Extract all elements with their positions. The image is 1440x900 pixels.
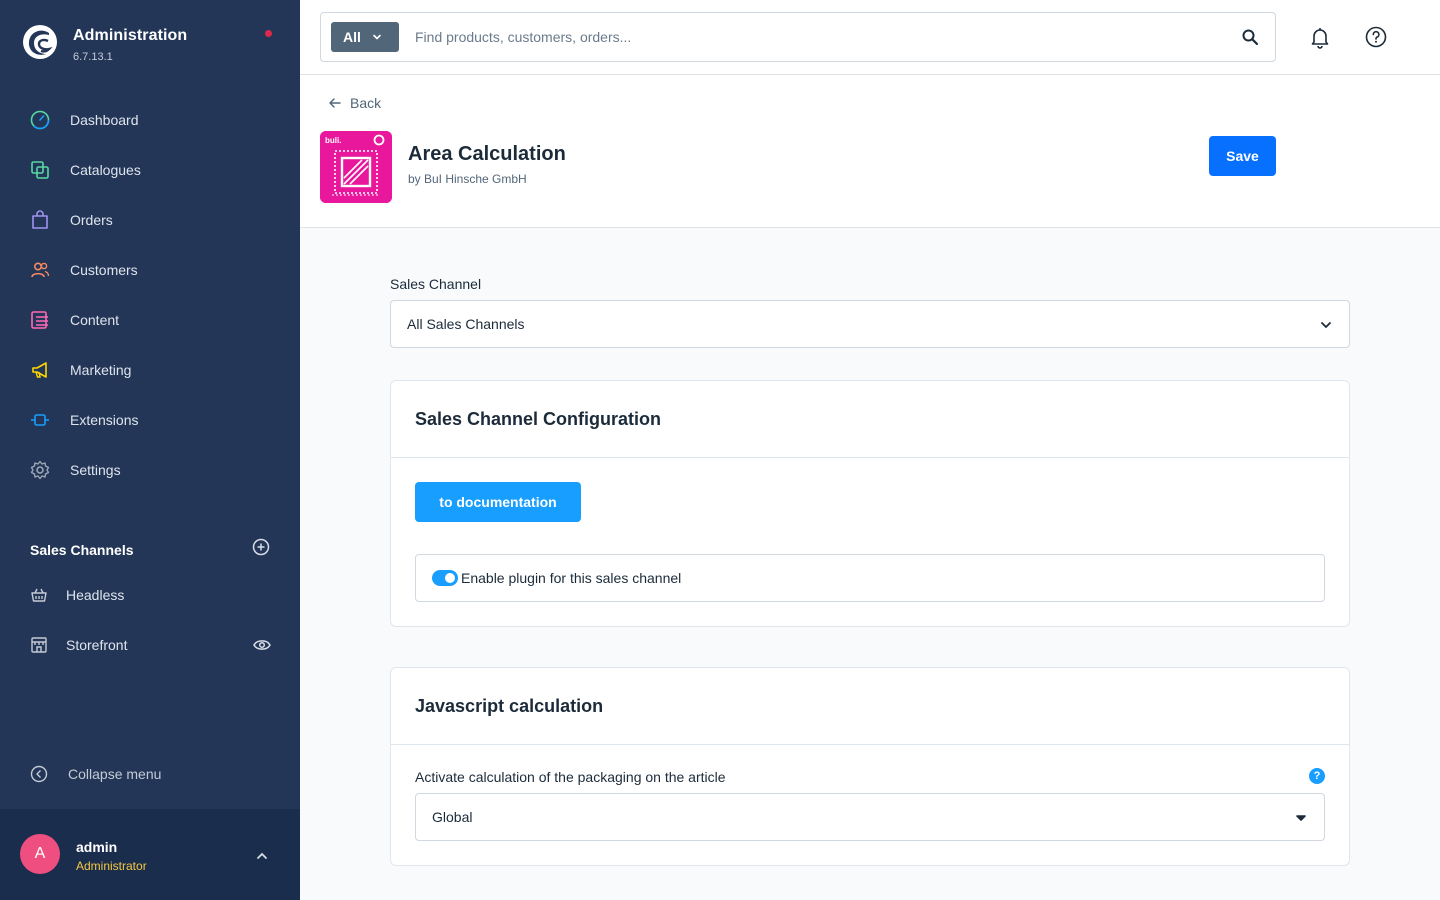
chevron-down-icon xyxy=(1321,322,1331,329)
orders-icon xyxy=(30,210,50,230)
collapse-menu-button[interactable]: Collapse menu xyxy=(30,765,161,783)
nav-label: Settings xyxy=(70,462,121,478)
packaging-calculation-select[interactable]: Global xyxy=(415,793,1325,841)
nav-label: Customers xyxy=(70,262,138,278)
content-icon xyxy=(30,310,50,330)
chevron-left-circle-icon xyxy=(30,765,48,783)
add-sales-channel-button[interactable] xyxy=(252,538,270,561)
basket-icon xyxy=(31,588,47,602)
enable-plugin-toggle[interactable] xyxy=(432,570,458,586)
chevron-down-icon xyxy=(1296,815,1306,821)
nav-label: Dashboard xyxy=(70,112,139,128)
notification-dot xyxy=(265,30,272,37)
app-version: 6.7.13.1 xyxy=(73,51,113,63)
card-title: Sales Channel Configuration xyxy=(391,381,1349,458)
help-icon[interactable] xyxy=(1364,25,1388,49)
sales-channels-header: Sales Channels xyxy=(30,538,270,561)
documentation-button[interactable]: to documentation xyxy=(415,482,581,522)
nav-item-marketing[interactable]: Marketing xyxy=(0,345,300,395)
sales-channel-label: Storefront xyxy=(66,637,128,653)
sidebar: Administration 6.7.13.1 Dashboard Catalo… xyxy=(0,0,300,900)
eye-icon[interactable] xyxy=(253,637,271,653)
page-title: Area Calculation xyxy=(408,143,566,165)
bell-icon[interactable] xyxy=(1308,25,1332,49)
enable-plugin-field: Enable plugin for this sales channel xyxy=(415,554,1325,602)
chevron-down-icon xyxy=(373,34,381,40)
back-label: Back xyxy=(350,95,382,111)
plugin-vendor: by BuI Hinsche GmbH xyxy=(408,172,527,186)
enable-plugin-label: Enable plugin for this sales channel xyxy=(461,570,682,586)
back-link[interactable]: Back xyxy=(328,95,381,111)
nav-label: Catalogues xyxy=(70,162,141,178)
nav-item-customers[interactable]: Customers xyxy=(0,245,300,295)
nav-label: Content xyxy=(70,312,120,328)
area-calculation-plugin-icon: buli. xyxy=(320,131,392,203)
search-type-label: All xyxy=(343,29,361,45)
dashboard-icon xyxy=(30,110,50,130)
packaging-calculation-value: Global xyxy=(432,809,473,825)
sales-channel-select[interactable]: All Sales Channels xyxy=(390,300,1350,348)
sales-channel-configuration-card: Sales Channel Configuration to documenta… xyxy=(390,380,1350,627)
nav-item-content[interactable]: Content xyxy=(0,295,300,345)
chevron-up-icon[interactable] xyxy=(255,849,269,863)
main-nav: Dashboard Catalogues Orders Customers Co… xyxy=(0,95,300,495)
search-input[interactable] xyxy=(415,26,1215,48)
collapse-menu-label: Collapse menu xyxy=(68,766,162,782)
global-search: All xyxy=(320,12,1276,62)
nav-item-settings[interactable]: Settings xyxy=(0,445,300,495)
avatar: A xyxy=(20,834,60,874)
sales-channel-headless[interactable]: Headless xyxy=(0,570,300,620)
nav-item-dashboard[interactable]: Dashboard xyxy=(0,95,300,145)
sales-channel-label: Headless xyxy=(66,587,125,603)
sales-channel-list: Headless Storefront xyxy=(0,570,300,670)
nav-item-extensions[interactable]: Extensions xyxy=(0,395,300,445)
settings-icon xyxy=(30,460,50,480)
user-panel[interactable]: A admin Administrator xyxy=(0,809,300,900)
packaging-calculation-label: Activate calculation of the packaging on… xyxy=(415,769,726,785)
nav-item-catalogues[interactable]: Catalogues xyxy=(0,145,300,195)
top-bar: All xyxy=(300,0,1440,75)
plus-circle-icon xyxy=(252,538,270,556)
javascript-calculation-card: Javascript calculation Activate calculat… xyxy=(390,667,1350,866)
nav-item-orders[interactable]: Orders xyxy=(0,195,300,245)
sales-channel-select-value: All Sales Channels xyxy=(407,316,525,332)
app-title: Administration xyxy=(73,27,188,44)
storefront-icon xyxy=(31,637,47,653)
card-title: Javascript calculation xyxy=(391,668,1349,745)
user-role: Administrator xyxy=(76,859,147,873)
search-type-dropdown[interactable]: All xyxy=(331,22,399,52)
plugin-icon: buli. xyxy=(320,131,392,203)
shopware-logo-icon xyxy=(23,25,57,59)
save-button[interactable]: Save xyxy=(1209,136,1276,176)
sales-channel-storefront[interactable]: Storefront xyxy=(0,620,300,670)
marketing-icon xyxy=(30,360,50,380)
nav-label: Extensions xyxy=(70,412,139,428)
sales-channel-field-label: Sales Channel xyxy=(390,276,482,292)
brand[interactable]: Administration 6.7.13.1 xyxy=(22,24,187,63)
nav-label: Marketing xyxy=(70,362,132,378)
nav-label: Orders xyxy=(70,212,113,228)
catalogues-icon xyxy=(30,160,50,180)
sales-channels-title: Sales Channels xyxy=(30,541,134,558)
help-tooltip-icon[interactable]: ? xyxy=(1309,768,1325,784)
customers-icon xyxy=(30,260,50,280)
search-icon[interactable] xyxy=(1241,28,1259,46)
extensions-icon xyxy=(30,410,50,430)
user-name: admin xyxy=(76,839,118,855)
plugin-icon-logo-text: buli. xyxy=(325,136,341,145)
page-header: Back buli. Area Calculation by BuI Hinsc… xyxy=(300,75,1440,228)
arrow-left-icon xyxy=(329,98,341,108)
